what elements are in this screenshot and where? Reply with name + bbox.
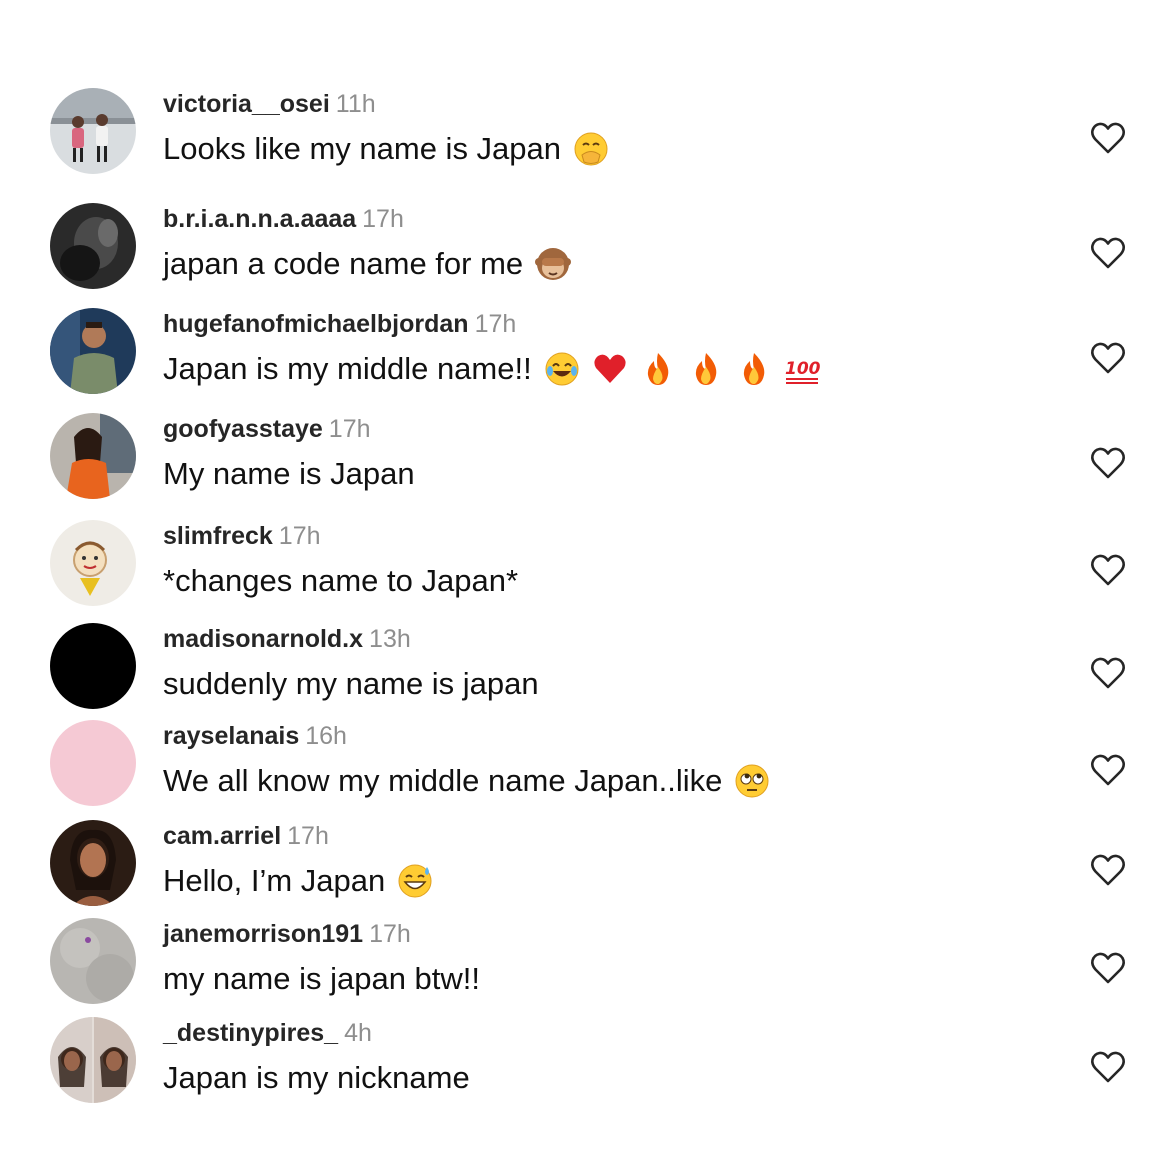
comment-text: Japan is my middle name!! 100 [163, 349, 820, 389]
heart-outline-icon[interactable] [1090, 951, 1126, 985]
avatar[interactable] [50, 520, 136, 606]
username-link[interactable]: _destinypires_ [163, 1019, 338, 1047]
svg-text:100: 100 [785, 359, 820, 379]
username-link[interactable]: b.r.i.a.n.n.a.aaaa [163, 205, 356, 233]
heart-outline-icon[interactable] [1090, 656, 1126, 690]
avatar[interactable] [50, 720, 136, 806]
comment-text: Japan is my nickname [163, 1058, 470, 1098]
comment-text: japan a code name for me [163, 244, 572, 284]
comment-body: We all know my middle name Japan..like [163, 763, 723, 798]
timestamp: 17h [328, 415, 371, 443]
red-heart-emoji [592, 351, 628, 387]
heart-outline-icon[interactable] [1090, 853, 1126, 887]
timestamp: 17h [474, 310, 517, 338]
username-link[interactable]: cam.arriel [163, 822, 281, 850]
comment-text: *changes name to Japan* [163, 561, 518, 601]
comment-body: Hello, I’m Japan [163, 863, 386, 898]
comment-row: b.r.i.a.n.n.a.aaaa 17h japan a code name f… [0, 203, 1157, 303]
comment-body: Looks like my name is Japan [163, 131, 562, 166]
heart-outline-icon[interactable] [1090, 446, 1126, 480]
fire-emoji [640, 351, 676, 387]
avatar[interactable] [50, 88, 136, 174]
username-link[interactable]: slimfreck [163, 522, 273, 550]
comment-meta: madisonarnold.x 13h [163, 624, 411, 654]
username-link[interactable]: goofyasstaye [163, 415, 323, 443]
timestamp: 4h [344, 1019, 372, 1047]
timestamp: 11h [335, 90, 376, 118]
comment-body: my name is japan btw!! [163, 961, 481, 996]
heart-outline-icon[interactable] [1090, 753, 1126, 787]
timestamp: 16h [305, 722, 347, 750]
grinning-sweat-emoji [397, 863, 433, 899]
avatar[interactable] [50, 413, 136, 499]
comment-row: madisonarnold.x 13h suddenly my name is ja… [0, 623, 1157, 723]
comment-row: _destinypires_ 4h Japan is my nickname [0, 1017, 1157, 1117]
comment-row: rayselanais 16h We all know my middle name… [0, 720, 1157, 820]
comment-meta: rayselanais 16h [163, 721, 347, 751]
comment-meta: _destinypires_ 4h [163, 1018, 372, 1048]
username-link[interactable]: rayselanais [163, 722, 299, 750]
avatar[interactable] [50, 623, 136, 709]
username-link[interactable]: madisonarnold.x [163, 625, 363, 653]
tears-of-joy-emoji [544, 351, 580, 387]
comment-meta: goofyasstaye 17h [163, 414, 371, 444]
hand-over-mouth-emoji [573, 131, 609, 167]
username-link[interactable]: janemorrison191 [163, 920, 363, 948]
comment-row: janemorrison191 17h my name is japan btw!! [0, 918, 1157, 1018]
comment-row: cam.arriel 17h Hello, I’m Japan [0, 820, 1157, 920]
comment-text: Hello, I’m Japan [163, 861, 433, 901]
comment-body: *changes name to Japan* [163, 563, 519, 598]
avatar[interactable] [50, 203, 136, 289]
comment-body: suddenly my name is japan [163, 666, 539, 701]
fire-emoji [688, 351, 724, 387]
avatar[interactable] [50, 1017, 136, 1103]
emoji-group [391, 863, 433, 899]
comment-list: victoria__osei 11h Looks like my name is J… [0, 0, 1157, 1174]
comment-meta: slimfreck 17h [163, 521, 321, 551]
comment-body: japan a code name for me [163, 246, 524, 281]
heart-outline-icon[interactable] [1090, 236, 1126, 270]
emoji-group [728, 763, 770, 799]
timestamp: 17h [369, 920, 411, 948]
heart-outline-icon[interactable] [1090, 121, 1126, 155]
comment-body: Japan is my middle name!! [163, 351, 532, 386]
username-link[interactable]: victoria__osei [163, 90, 330, 118]
comment-row: victoria__osei 11h Looks like my name is J… [0, 88, 1157, 188]
comment-meta: hugefanofmichaelbjordan 17h [163, 309, 516, 339]
avatar[interactable] [50, 820, 136, 906]
see-no-evil-monkey-emoji [535, 246, 572, 282]
comment-row: slimfreck 17h *changes name to Japan* [0, 520, 1157, 620]
comment-text: suddenly my name is japan [163, 664, 539, 704]
fire-emoji [736, 351, 772, 387]
comment-row: hugefanofmichaelbjordan 17h Japan is my mi… [0, 308, 1157, 408]
heart-outline-icon[interactable] [1090, 553, 1126, 587]
avatar[interactable] [50, 918, 136, 1004]
eye-roll-emoji [734, 763, 770, 799]
timestamp: 17h [278, 522, 321, 550]
emoji-group [567, 131, 609, 167]
comment-text: Looks like my name is Japan [163, 129, 609, 169]
heart-outline-icon[interactable] [1090, 341, 1126, 375]
hundred-points-emoji: 100 [784, 351, 820, 387]
timestamp: 17h [362, 205, 404, 233]
comment-body: My name is Japan [163, 456, 415, 491]
timestamp: 17h [287, 822, 329, 850]
comment-text: my name is japan btw!! [163, 959, 480, 999]
avatar[interactable] [50, 308, 136, 394]
comment-body: Japan is my nickname [163, 1060, 470, 1095]
comment-text: We all know my middle name Japan..like [163, 761, 770, 801]
username-link[interactable]: hugefanofmichaelbjordan [163, 310, 469, 338]
heart-outline-icon[interactable] [1090, 1050, 1126, 1084]
comment-text: My name is Japan [163, 454, 415, 494]
emoji-group [529, 246, 572, 282]
comment-meta: b.r.i.a.n.n.a.aaaa 17h [163, 204, 404, 234]
comment-meta: victoria__osei 11h [163, 89, 376, 119]
emoji-group: 100 [538, 351, 820, 387]
comment-meta: janemorrison191 17h [163, 919, 411, 949]
comment-row: goofyasstaye 17h My name is Japan [0, 413, 1157, 513]
comment-meta: cam.arriel 17h [163, 821, 329, 851]
timestamp: 13h [369, 625, 411, 653]
